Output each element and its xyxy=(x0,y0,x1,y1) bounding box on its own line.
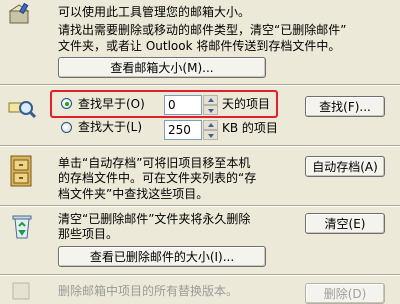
archive-description-line1: 单击“自动存档”可将旧项目移至本机 xyxy=(58,156,251,170)
larger-unit-label: KB 的项目 xyxy=(222,121,278,135)
versions-icon xyxy=(10,280,34,300)
find-button[interactable]: 查找(F)... xyxy=(305,96,385,117)
archive-description-line3: 档文件夹”中查找这些项目。 xyxy=(58,187,209,201)
separator-2 xyxy=(0,145,400,147)
stepper-down-icon[interactable] xyxy=(203,130,218,140)
mailbox-description-line3: 文件夹，或者让 Outlook 将邮件传送到存档文件中。 xyxy=(58,39,341,53)
delete-versions-button[interactable]: 删除(D) xyxy=(305,283,385,304)
stepper-up-icon[interactable] xyxy=(203,120,218,130)
view-mailbox-size-button[interactable]: 查看邮箱大小(M)... xyxy=(58,57,266,78)
larger-size-input[interactable]: 250 xyxy=(164,120,202,140)
recycle-bin-icon xyxy=(10,212,34,240)
archive-cabinet-icon xyxy=(8,154,34,188)
versions-description-line1: 删除邮箱中项目的所有替换版本。 xyxy=(58,284,239,298)
separator-3 xyxy=(0,205,400,207)
older-unit-label: 天的项目 xyxy=(222,97,271,111)
stepper-up-icon[interactable] xyxy=(203,95,218,105)
archive-description-line2: 的存档文件中。可在文件夹列表的“存 xyxy=(58,171,257,185)
mailbox-description-line2: 请找出需要删除或移动的邮件类型，清空“已删除邮件” xyxy=(58,23,347,37)
separator-1 xyxy=(0,84,400,86)
older-days-input[interactable]: 0 xyxy=(164,95,202,115)
mailbox-tool-icon xyxy=(8,2,32,26)
view-deleted-size-button[interactable]: 查看已删除邮件的大小(I)... xyxy=(58,246,266,267)
find-older-radio[interactable] xyxy=(61,98,72,109)
find-larger-radio[interactable] xyxy=(61,122,72,133)
deleted-description-line1: 清空“已删除邮件”文件夹将永久删除 xyxy=(58,212,251,226)
older-days-stepper[interactable] xyxy=(203,95,218,115)
larger-size-stepper[interactable] xyxy=(203,120,218,140)
find-items-icon xyxy=(8,96,37,120)
stepper-down-icon[interactable] xyxy=(203,105,218,115)
find-older-label: 查找早于(O) xyxy=(78,97,145,111)
autoarchive-button[interactable]: 自动存档(A) xyxy=(305,156,385,177)
find-larger-label: 查找大于(L) xyxy=(78,120,143,134)
empty-deleted-button[interactable]: 清空(E) xyxy=(305,213,385,234)
deleted-description-line2: 那些项目。 xyxy=(58,227,119,241)
mailbox-description-line1: 可以使用此工具管理您的邮箱大小。 xyxy=(58,5,251,19)
separator-4 xyxy=(0,274,400,276)
